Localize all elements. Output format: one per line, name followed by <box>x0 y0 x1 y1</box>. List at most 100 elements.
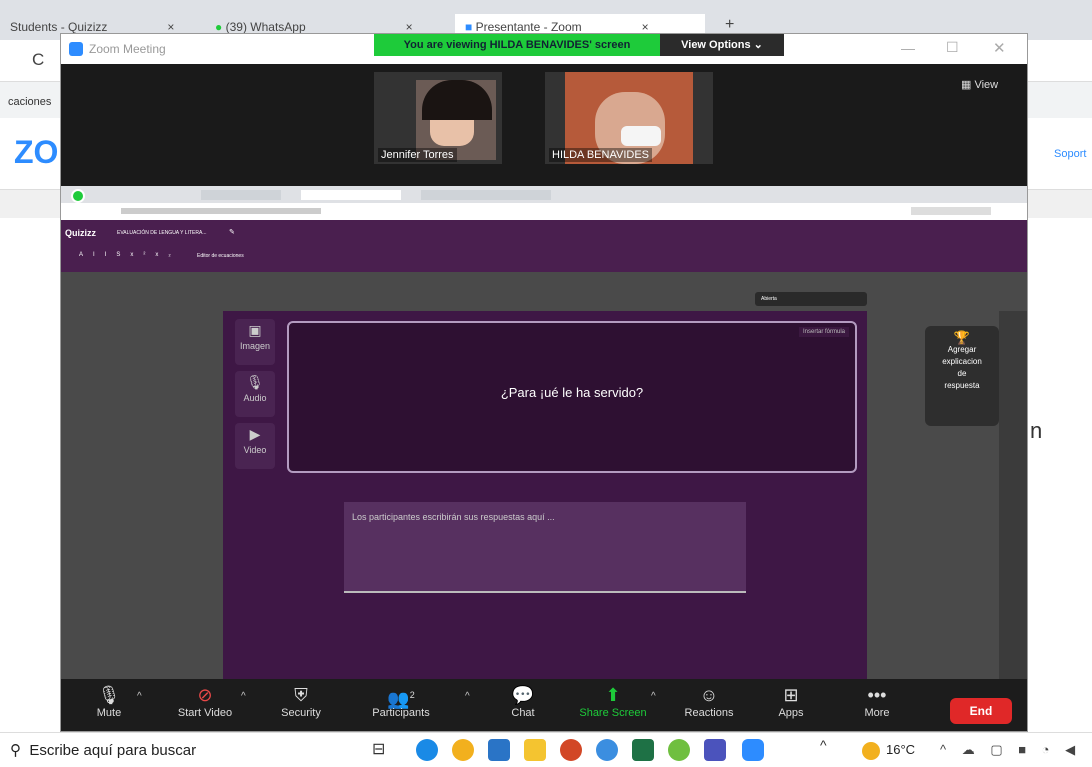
support-link[interactable]: Soport <box>1054 148 1086 160</box>
extension-icons <box>911 207 991 215</box>
temperature: 16°C <box>886 742 916 757</box>
shared-tab <box>421 190 551 200</box>
subscript-button[interactable]: x₂ <box>155 252 180 258</box>
video-off-icon: ⊘ <box>197 685 213 705</box>
chrome-icon[interactable] <box>452 739 474 761</box>
explain-line: explicacion <box>942 357 982 366</box>
zoom-taskbar-icon[interactable] <box>742 739 764 761</box>
strike-button[interactable]: S <box>116 252 130 258</box>
zoom-app-icon <box>69 42 83 56</box>
zoom-meeting-window: Zoom Meeting You are viewing HILDA BENAV… <box>60 33 1028 732</box>
bg-tab-label: Presentante - Zoom <box>475 20 582 34</box>
mask-shape <box>621 126 661 146</box>
excel-icon[interactable] <box>632 739 654 761</box>
italic-button[interactable]: I <box>93 252 105 258</box>
video-tile-jennifer[interactable]: Jennifer Torres <box>374 72 502 164</box>
search-icon: ⚲ <box>10 742 21 759</box>
insert-formula-button[interactable]: Insertar fórmula <box>798 327 849 337</box>
close-icon[interactable]: × <box>167 20 174 34</box>
participants-icon: 👥2 <box>387 689 415 709</box>
close-icon[interactable]: × <box>406 20 413 34</box>
bg-tab-label: (39) WhatsApp <box>225 20 306 34</box>
add-audio-button[interactable]: 🎙 Audio <box>235 371 275 417</box>
reactions-button[interactable]: ☺ Reactions <box>669 683 749 719</box>
reload-icon[interactable]: C <box>32 50 44 70</box>
minimize-icon[interactable]: — <box>901 40 915 56</box>
app-icon[interactable] <box>668 739 690 761</box>
chevron-up-icon[interactable]: ^ <box>241 691 246 702</box>
shared-tab <box>201 190 281 200</box>
system-tray-icons[interactable]: ^ ☁ ▢ ■ ◔ ◀ <box>940 742 1081 758</box>
reactions-label: Reactions <box>684 707 734 719</box>
quizizz-logo: Quizizz <box>65 228 96 238</box>
format-toolbar[interactable]: AIISx²x₂ <box>79 252 181 258</box>
question-input[interactable]: Insertar fórmula ¿Para ¡ué le ha servido… <box>287 321 857 473</box>
teams-icon[interactable] <box>704 739 726 761</box>
more-button[interactable]: ••• More <box>837 683 917 719</box>
image-icon: ▣ <box>248 322 262 338</box>
answer-input[interactable]: Los participantes escribirán sus respues… <box>344 502 746 593</box>
chat-icon: 💬 <box>511 685 535 705</box>
bg-page-text: n <box>1030 418 1043 443</box>
add-video-button[interactable]: ▶ Video <box>235 423 275 469</box>
question-type-dropdown[interactable]: Abierta <box>755 292 867 306</box>
video-tile-hilda[interactable]: HILDA BENAVIDES <box>545 72 713 164</box>
quiz-title: EVALUACIÓN DE LENGUA Y LITERA... <box>117 230 207 236</box>
microphone-icon: 🎙 <box>246 374 264 390</box>
task-view-icon[interactable]: ⊟ <box>372 739 385 759</box>
view-button[interactable]: ▦ View <box>961 78 998 91</box>
maximize-icon[interactable]: ☐ <box>946 39 959 56</box>
security-label: Security <box>281 707 321 719</box>
participants-label: Participants <box>372 707 430 719</box>
url-text <box>121 208 321 214</box>
chat-label: Chat <box>511 707 535 719</box>
underline-button[interactable]: I <box>105 252 117 258</box>
participant-name: Jennifer Torres <box>378 148 457 162</box>
shield-icon: ⛨ <box>294 685 308 705</box>
edge-icon[interactable] <box>416 739 438 761</box>
chevron-up-icon[interactable]: ^ <box>137 691 142 702</box>
window-title: Zoom Meeting <box>89 42 166 56</box>
apps-label: Apps <box>778 707 804 719</box>
superscript-button[interactable]: x² <box>130 252 155 258</box>
file-explorer-icon[interactable] <box>524 739 546 761</box>
side-button-label: Audio <box>243 393 267 403</box>
explain-line: Agregar <box>947 345 977 354</box>
end-meeting-button[interactable]: End <box>950 698 1012 724</box>
close-icon[interactable]: ✕ <box>993 39 1006 57</box>
participants-button[interactable]: 👥2 Participants <box>361 683 441 719</box>
search-placeholder: Escribe aquí para buscar <box>29 742 197 759</box>
explain-line: respuesta <box>944 381 980 390</box>
side-button-label: Imagen <box>239 341 271 351</box>
bookmark-text[interactable]: caciones <box>8 96 51 108</box>
security-button[interactable]: ⛨ Security <box>261 683 341 719</box>
add-explanation-button[interactable]: 🏆 Agregar explicacion de respuesta <box>925 326 999 426</box>
share-screen-label: Share Screen <box>579 707 647 719</box>
apps-button[interactable]: ⊞ Apps <box>751 683 831 719</box>
explain-line: de <box>957 369 967 378</box>
edit-pencil-icon[interactable]: ✎ <box>229 228 235 236</box>
chat-button[interactable]: 💬 Chat <box>483 683 563 719</box>
bold-button[interactable]: A <box>79 252 93 258</box>
share-screen-button[interactable]: ⬆ Share Screen <box>573 683 653 719</box>
equation-editor-button[interactable]: Editor de ecuaciones <box>197 253 244 259</box>
taskbar-search[interactable]: ⚲ Escribe aquí para buscar <box>0 733 340 767</box>
video-icon: ▶ <box>249 426 261 442</box>
close-icon[interactable]: × <box>642 20 649 34</box>
view-options-button[interactable]: View Options ⌄ <box>660 34 784 56</box>
participant-count: 2 <box>409 690 415 700</box>
answer-placeholder: Los participantes escribirán sus respues… <box>352 512 555 522</box>
browser-icon[interactable] <box>596 739 618 761</box>
start-video-button[interactable]: ⊘ Start Video <box>165 683 245 719</box>
chevron-up-icon[interactable]: ^ <box>820 737 827 753</box>
mail-icon[interactable] <box>488 739 510 761</box>
question-editor: ▣ Imagen 🎙 Audio ▶ Video Insertar fórmula ¿… <box>223 311 867 679</box>
mute-label: Mute <box>96 707 122 719</box>
chevron-up-icon[interactable]: ^ <box>465 691 470 702</box>
powerpoint-icon[interactable] <box>560 739 582 761</box>
add-image-button[interactable]: ▣ Imagen <box>235 319 275 365</box>
chevron-up-icon[interactable]: ^ <box>651 691 656 702</box>
question-text: ¿Para ¡ué le ha servido? <box>500 385 644 400</box>
meeting-controls: 🎙 Mute ^ ⊘ Start Video ^ ⛨ Security 👥2 Parti… <box>61 679 1027 731</box>
trophy-icon: 🏆 <box>953 330 971 345</box>
